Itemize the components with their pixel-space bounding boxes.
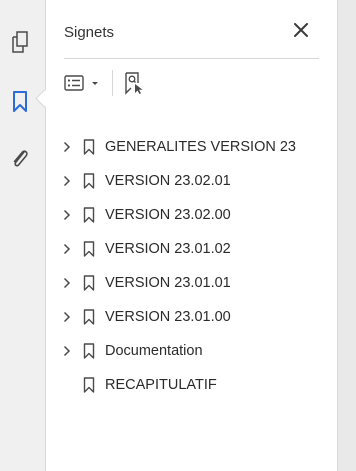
bookmark-item[interactable]: RECAPITULATIF (60, 368, 340, 402)
chevron-right-icon[interactable] (60, 174, 74, 188)
page-thumbnails-icon[interactable] (8, 30, 32, 54)
bookmark-item[interactable]: VERSION 23.01.00 (60, 300, 340, 334)
find-current-bookmark-icon (125, 72, 143, 95)
bookmark-label: Documentation (105, 343, 203, 359)
bookmarks-panel: Signets GENERALITES VERSION 23 VERSION 2… (45, 0, 338, 471)
bookmark-label: VERSION 23.01.02 (105, 241, 231, 257)
close-button[interactable] (291, 22, 311, 42)
bookmark-icon (82, 139, 96, 155)
bookmark-item[interactable]: VERSION 23.02.01 (60, 164, 340, 198)
chevron-right-icon[interactable] (60, 140, 74, 154)
options-menu-button[interactable] (64, 70, 104, 96)
title-divider (64, 58, 319, 59)
panel-title: Signets (64, 24, 115, 41)
bookmark-label: VERSION 23.02.00 (105, 207, 231, 223)
bookmark-tree: GENERALITES VERSION 23 VERSION 23.02.01 … (60, 130, 340, 402)
bookmark-item[interactable]: VERSION 23.01.02 (60, 232, 340, 266)
attachment-icon[interactable] (8, 146, 32, 170)
chevron-right-icon[interactable] (60, 344, 74, 358)
bookmark-item[interactable]: VERSION 23.02.00 (60, 198, 340, 232)
bookmark-label: VERSION 23.01.00 (105, 309, 231, 325)
bookmark-item[interactable]: VERSION 23.01.01 (60, 266, 340, 300)
chevron-right-icon[interactable] (60, 276, 74, 290)
document-area-edge (338, 0, 356, 471)
chevron-placeholder (60, 378, 74, 392)
bookmark-icon (82, 207, 96, 223)
chevron-right-icon[interactable] (60, 242, 74, 256)
chevron-right-icon[interactable] (60, 310, 74, 324)
options-list-icon (64, 75, 84, 91)
chevron-right-icon[interactable] (60, 208, 74, 222)
bookmark-label: VERSION 23.02.01 (105, 173, 231, 189)
bookmark-icon (82, 241, 96, 257)
bookmark-icon (82, 173, 96, 189)
bookmark-label: GENERALITES VERSION 23 (105, 139, 296, 155)
toolbar-divider (112, 70, 113, 96)
caret-down-icon (92, 82, 98, 85)
close-icon (294, 23, 308, 37)
find-current-bookmark-button[interactable] (120, 70, 148, 96)
bookmark-icon (82, 309, 96, 325)
bookmark-label: RECAPITULATIF (105, 377, 217, 393)
bookmark-icon[interactable] (8, 90, 32, 114)
bookmark-icon (82, 343, 96, 359)
navigation-rail (0, 0, 45, 471)
bookmark-icon (82, 377, 96, 393)
bookmarks-toolbar (64, 66, 319, 100)
bookmark-item[interactable]: Documentation (60, 334, 340, 368)
bookmark-label: VERSION 23.01.01 (105, 275, 231, 291)
bookmark-item[interactable]: GENERALITES VERSION 23 (60, 130, 340, 164)
bookmark-icon (82, 275, 96, 291)
